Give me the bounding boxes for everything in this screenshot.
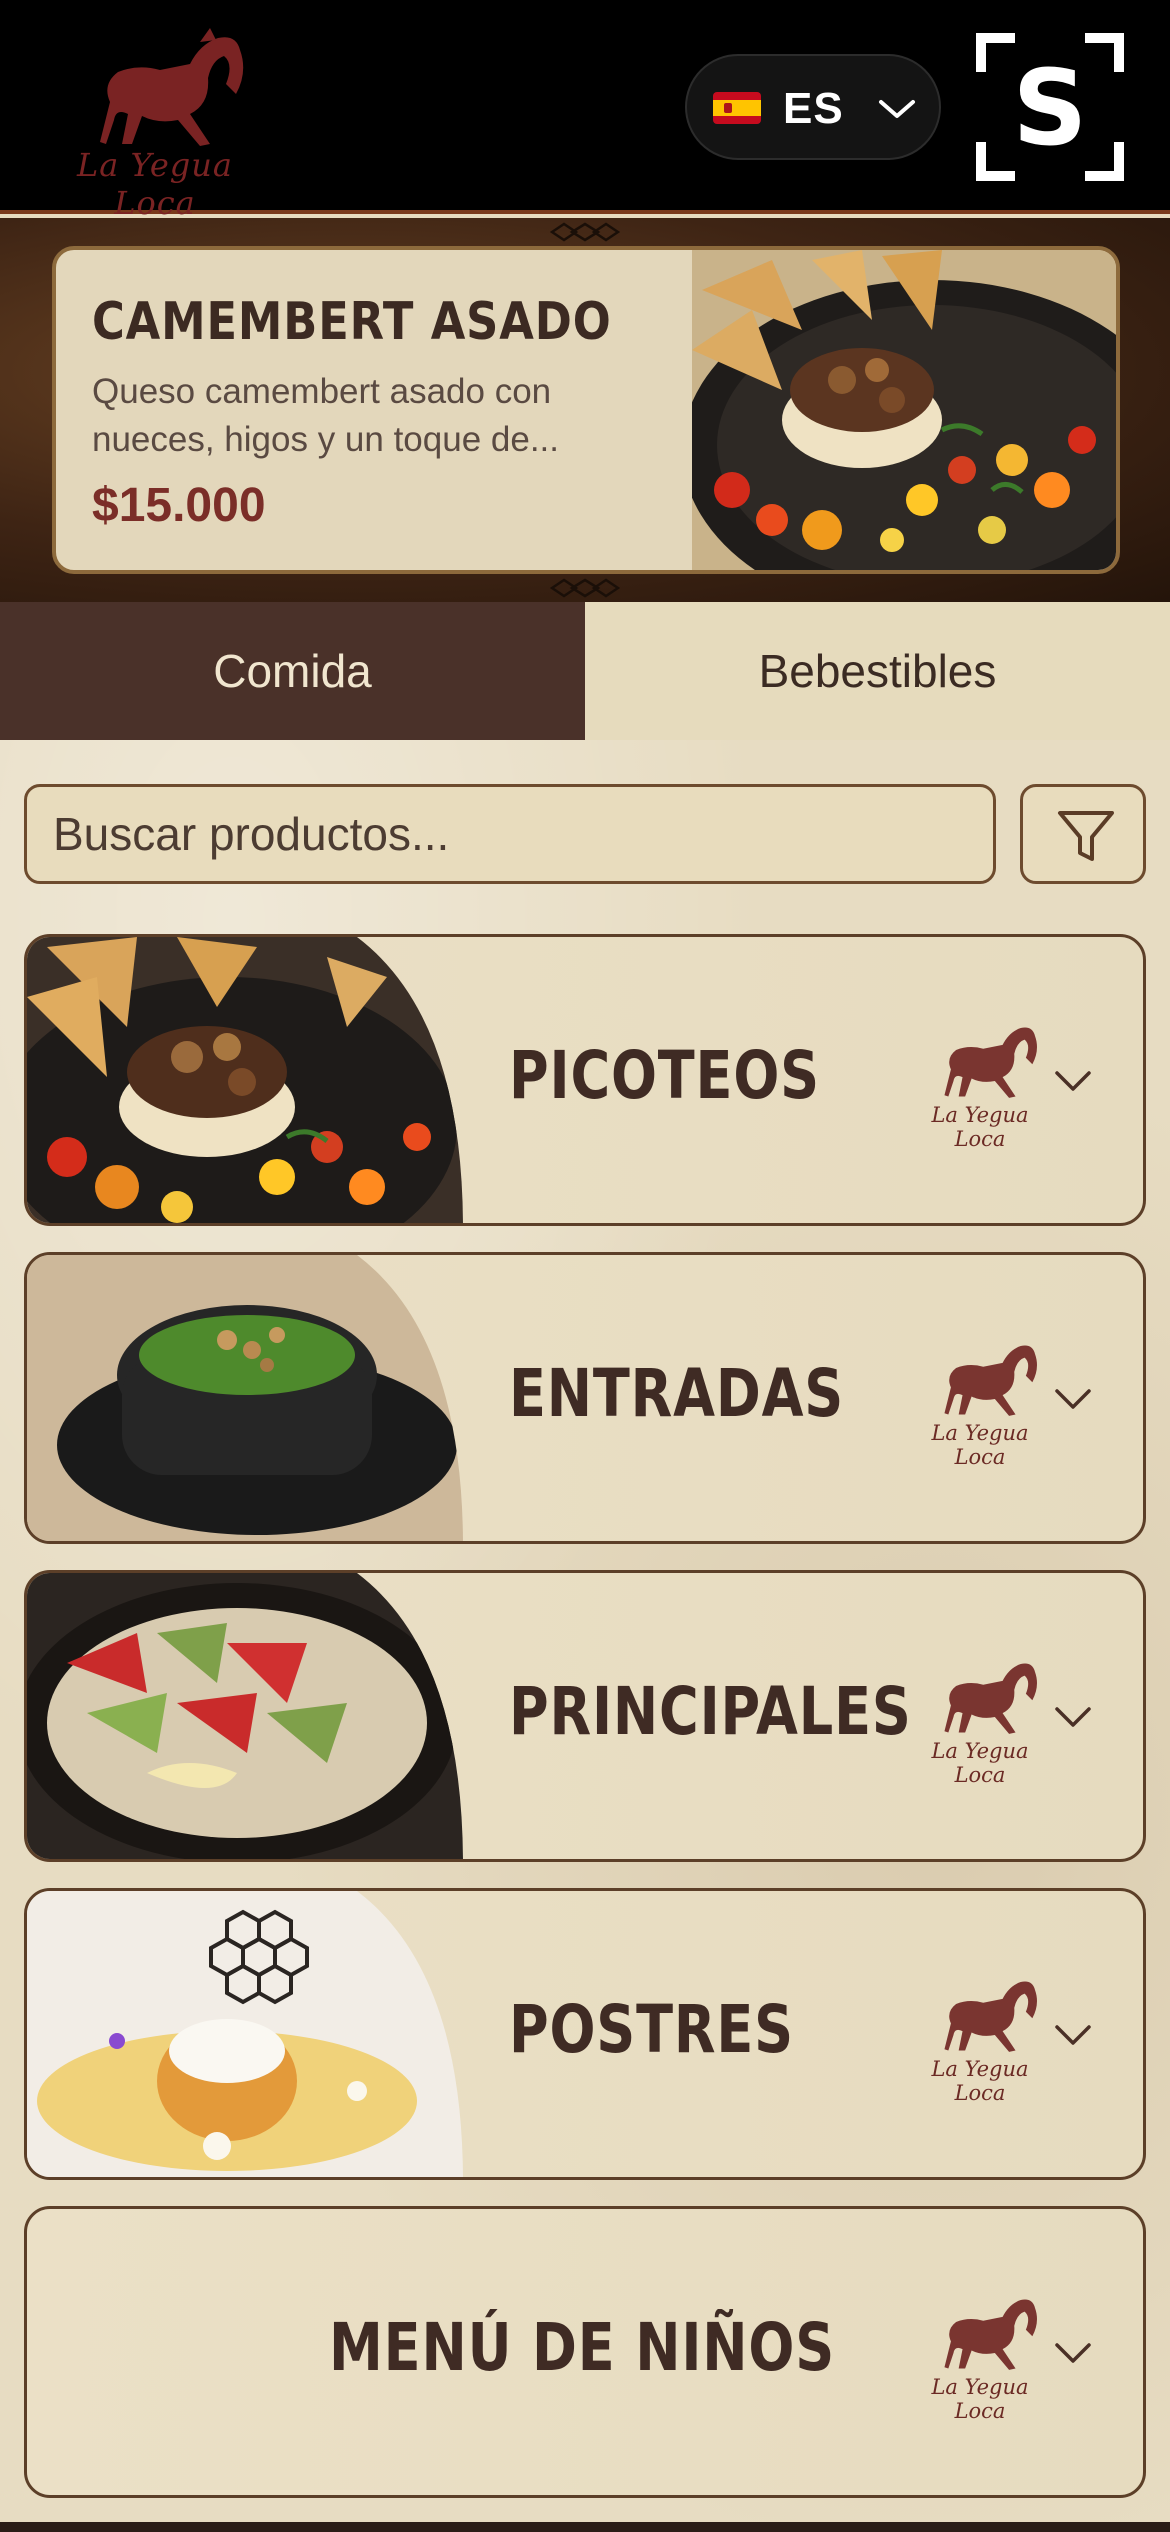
category-logo-text: La Yegua Loca [931, 1421, 1029, 1469]
horse-logo-icon [944, 1981, 1037, 2052]
category-picoteos[interactable]: PICOTEOS La Yegua Loca [24, 934, 1146, 1226]
app-header: La Yegua Loca ES S [0, 0, 1170, 222]
category-logo-text: La Yegua Loca [931, 1103, 1029, 1151]
category-title: PRINCIPALES [509, 1673, 912, 1750]
horse-logo-icon [944, 1663, 1037, 1734]
horse-logo-icon [944, 2299, 1037, 2370]
tab-comida[interactable]: Comida [0, 602, 585, 740]
bottom-edge [0, 2522, 1170, 2532]
ornament-icon [550, 222, 620, 242]
chevron-down-icon[interactable] [1053, 1385, 1093, 1413]
category-title: POSTRES [509, 1991, 794, 2068]
chevron-down-icon[interactable] [1053, 2021, 1093, 2049]
horse-logo-icon [944, 1345, 1037, 1416]
category-image [27, 1891, 463, 2177]
spain-flag-icon [713, 92, 761, 124]
featured-banner: CAMEMBERT ASADO Queso camembert asado co… [0, 218, 1170, 602]
category-logo: La Yegua Loca [905, 2291, 1055, 2423]
horse-logo-icon [100, 28, 244, 147]
featured-title: CAMEMBERT ASADO [92, 292, 612, 352]
category-menu-de-ninos[interactable]: MENÚ DE NIÑOS La Yegua Loca [24, 2206, 1146, 2498]
chevron-down-icon [879, 100, 915, 118]
category-logo: La Yegua Loca [905, 1973, 1055, 2105]
category-logo-text: La Yegua Loca [931, 2375, 1029, 2423]
restaurant-logo[interactable]: La Yegua Loca [40, 24, 270, 222]
horse-logo-icon [944, 1027, 1037, 1098]
category-logo-text: La Yegua Loca [931, 2057, 1029, 2105]
category-logo-text: La Yegua Loca [931, 1739, 1029, 1787]
chevron-down-icon[interactable] [1053, 2339, 1093, 2367]
category-logo: La Yegua Loca [905, 1019, 1055, 1151]
category-title: MENÚ DE NIÑOS [329, 2309, 836, 2386]
category-image [27, 1573, 463, 1859]
category-image [27, 1255, 463, 1541]
scan-letter: S [1013, 47, 1088, 169]
featured-product-image [692, 250, 1116, 570]
tab-bebestibles[interactable]: Bebestibles [585, 602, 1170, 740]
category-logo: La Yegua Loca [905, 1655, 1055, 1787]
ornament-icon [550, 578, 620, 598]
featured-price: $15.000 [92, 479, 266, 532]
category-postres[interactable]: POSTRES La Yegua Loca [24, 1888, 1146, 2180]
category-entradas[interactable]: ENTRADAS La Yegua Loca [24, 1252, 1146, 1544]
featured-product-card[interactable]: CAMEMBERT ASADO Queso camembert asado co… [52, 246, 1120, 574]
scan-frame-icon: S [976, 33, 1124, 181]
filter-icon [1058, 811, 1114, 861]
menu-content: PICOTEOS La Yegua Loca [0, 740, 1170, 2532]
category-image [27, 937, 463, 1223]
featured-description: Queso camembert asado con nueces, higos … [92, 372, 559, 459]
chevron-down-icon[interactable] [1053, 1703, 1093, 1731]
category-principales[interactable]: PRINCIPALES La Yegua Loca [24, 1570, 1146, 1862]
filter-button[interactable] [1020, 784, 1146, 884]
language-selector[interactable]: ES [685, 54, 941, 160]
category-title: ENTRADAS [509, 1355, 845, 1432]
search-input[interactable] [24, 784, 996, 884]
category-title: PICOTEOS [509, 1037, 820, 1114]
logo-text: La Yegua Loca [77, 146, 233, 222]
category-logo: La Yegua Loca [905, 1337, 1055, 1469]
language-code: ES [783, 84, 844, 133]
scan-qr-button[interactable]: S [975, 32, 1125, 182]
chevron-down-icon[interactable] [1053, 1067, 1093, 1095]
